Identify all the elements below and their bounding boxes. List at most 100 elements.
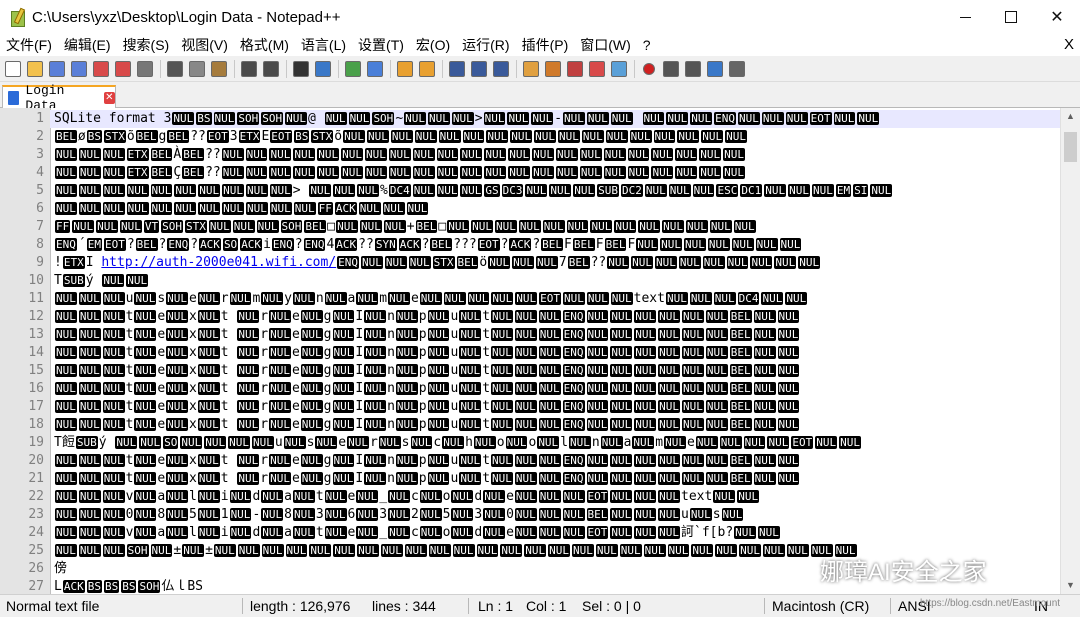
text-line[interactable]: NUL NUL NUL t NUL e NUL x NUL t NUL r NUL e NUL g NUL I N…: [54, 452, 800, 470]
text-line[interactable]: NUL NUL NUL 0 NUL 8 NUL 5 NUL 1 NUL - NUL 8 NUL 3 NUL 6 NU…: [54, 506, 744, 524]
menu-item-7[interactable]: 宏(O): [410, 35, 456, 55]
text-line[interactable]: NUL NUL NUL t NUL e NUL x NUL t NUL r NUL e NUL g NUL I N…: [54, 416, 800, 434]
find-icon[interactable]: [292, 60, 310, 78]
text-line[interactable]: NUL NUL NUL ETX BEL À BEL?? NUL NUL NUL NUL NUL NUL N…: [54, 146, 746, 164]
play-macro-icon[interactable]: [684, 60, 702, 78]
user-lang-icon[interactable]: [522, 60, 540, 78]
menu-item-9[interactable]: 插件(P): [516, 35, 575, 55]
menu-item-3[interactable]: 视图(V): [175, 35, 234, 55]
save-all-icon[interactable]: [70, 60, 88, 78]
menu-item-5[interactable]: 语言(L): [295, 35, 352, 55]
stop-macro-icon[interactable]: [662, 60, 680, 78]
control-char: NUL: [777, 364, 800, 377]
indent-guide-icon[interactable]: [492, 60, 510, 78]
monitor-icon[interactable]: [610, 60, 628, 78]
title-bar: C:\Users\yxz\Desktop\Login Data - Notepa…: [0, 0, 1080, 34]
control-char: NUL: [126, 184, 149, 197]
record-macro-icon[interactable]: [640, 60, 658, 78]
redo-icon[interactable]: [262, 60, 280, 78]
text-line[interactable]: NUL NUL NUL SOH NUL ± NUL ± NUL NUL NUL NUL NUL NUL NU…: [54, 542, 858, 560]
text-line[interactable]: NUL NUL NUL NUL NUL NUL NUL NUL NUL NUL NUL FF ACK NU…: [54, 200, 429, 218]
replace-icon[interactable]: [314, 60, 332, 78]
menu-item-8[interactable]: 运行(R): [456, 35, 515, 55]
control-char: NUL: [78, 364, 101, 377]
run-macro-icon[interactable]: [706, 60, 724, 78]
control-char: NUL: [309, 184, 332, 197]
menu-item-10[interactable]: 窗口(W): [574, 35, 637, 55]
text-area[interactable]: SQLite format 3 NUL BS NUL SOH SOH NUL @ NUL NUL…: [54, 108, 1060, 594]
control-char: ETX: [126, 148, 149, 161]
save-icon[interactable]: [48, 60, 66, 78]
text-line[interactable]: FF NUL NUL NUL VT SOH STX NUL NUL NUL SOH BEL □ NUL NU…: [54, 218, 757, 236]
control-char: ENQ: [562, 346, 585, 359]
menu-item-0[interactable]: 文件(F): [0, 35, 58, 55]
vertical-scrollbar[interactable]: ▲ ▼: [1060, 108, 1080, 594]
show-all-chars-icon[interactable]: [470, 60, 488, 78]
control-char: NUL: [537, 436, 560, 449]
control-char: NUL: [658, 400, 681, 413]
menu-item-2[interactable]: 搜索(S): [117, 35, 176, 55]
close-window-button[interactable]: ✕: [1034, 0, 1080, 34]
control-char: NUL: [514, 346, 537, 359]
open-file-icon[interactable]: [26, 60, 44, 78]
control-char: NUL: [777, 454, 800, 467]
text-line[interactable]: NUL NUL NUL t NUL e NUL x NUL t NUL r NUL e NUL g NUL I N…: [54, 308, 800, 326]
text-line[interactable]: T SUB ý NUL NUL: [54, 272, 149, 290]
zoom-in-icon[interactable]: [344, 60, 362, 78]
control-char: ACK: [335, 238, 358, 251]
control-char: NUL: [610, 508, 633, 521]
text-line[interactable]: NUL NUL NUL NUL NUL NUL NUL NUL NUL NUL > NUL NUL NU…: [54, 182, 893, 200]
doc-map-icon[interactable]: [544, 60, 562, 78]
sync-vertical-icon[interactable]: [396, 60, 414, 78]
undo-icon[interactable]: [240, 60, 258, 78]
text-line[interactable]: NUL NUL NUL u NUL s NUL e NUL r NUL m NUL y NUL n NUL a NU…: [54, 290, 808, 308]
new-file-icon[interactable]: [4, 60, 22, 78]
menu-item-11[interactable]: ?: [637, 37, 657, 53]
close-document-button[interactable]: X: [1064, 34, 1074, 56]
text-line[interactable]: ! ETX I http://auth-2000e041.wifi.com/ENQ N…: [54, 254, 821, 272]
editor[interactable]: 1 2 3 4 5 6 7 8 9 10 11 12 13 14 15 16 17 18 19 20 21 22 23 24 2…: [0, 108, 1080, 594]
text-line[interactable]: T餖 SUB ý NUL NUL SO NUL NUL NUL NUL u NUL s NUL e NUL r…: [54, 434, 862, 452]
maximize-button[interactable]: [988, 0, 1034, 34]
function-list-icon[interactable]: [566, 60, 584, 78]
close-all-icon[interactable]: [114, 60, 132, 78]
tab-close-icon[interactable]: ✕: [103, 91, 115, 104]
sync-horizontal-icon[interactable]: [418, 60, 436, 78]
minimize-button[interactable]: [942, 0, 988, 34]
menu-item-4[interactable]: 格式(M): [234, 35, 295, 55]
text-line[interactable]: BEL ø BS STX õ BEL g BEL?? EOT 3 ETX E EOT BS STX õ NUL N…: [54, 128, 748, 146]
control-char: NUL: [134, 364, 157, 377]
url-link[interactable]: http://auth-2000e041.wifi.com/: [101, 255, 336, 270]
text-line[interactable]: NUL NUL NUL t NUL e NUL x NUL t NUL r NUL e NUL g NUL I N…: [54, 362, 800, 380]
scroll-up-icon[interactable]: ▲: [1066, 111, 1076, 121]
scrollbar-thumb[interactable]: [1064, 132, 1077, 162]
print-icon[interactable]: [136, 60, 154, 78]
copy-icon[interactable]: [188, 60, 206, 78]
control-char: NUL: [237, 346, 260, 359]
close-icon[interactable]: [92, 60, 110, 78]
zoom-out-icon[interactable]: [366, 60, 384, 78]
word-wrap-icon[interactable]: [448, 60, 466, 78]
control-char: NUL: [682, 418, 704, 431]
save-macro-icon[interactable]: [728, 60, 746, 78]
scroll-down-icon[interactable]: ▼: [1066, 580, 1076, 590]
menu-item-1[interactable]: 编辑(E): [58, 35, 117, 55]
text-line[interactable]: L ACK BS BS BS SOH 仏ｌBS: [54, 578, 203, 594]
text-line[interactable]: NUL NUL NUL t NUL e NUL x NUL t NUL r NUL e NUL g NUL I N…: [54, 326, 800, 344]
text-line[interactable]: NUL NUL NUL v NUL a NUL l NUL i NUL d NUL a NUL t NUL e NU…: [54, 488, 760, 506]
text-line[interactable]: ENQ ´ EM EOT? BEL? ENQ? ACK SO ACK i ENQ? ENQ 4 ACK??…: [54, 236, 802, 254]
text-line[interactable]: NUL NUL NUL ETX BEL Ç BEL?? NUL NUL NUL NUL NUL NUL N…: [54, 164, 746, 182]
cut-icon[interactable]: [166, 60, 184, 78]
text-line[interactable]: 傍: [54, 560, 67, 578]
text-line[interactable]: NUL NUL NUL t NUL e NUL x NUL t NUL r NUL e NUL g NUL I N…: [54, 380, 800, 398]
status-eol[interactable]: Macintosh (CR): [772, 595, 869, 617]
text-line[interactable]: NUL NUL NUL t NUL e NUL x NUL t NUL r NUL e NUL g NUL I N…: [54, 398, 800, 416]
paste-icon[interactable]: [210, 60, 228, 78]
text-line[interactable]: SQLite format 3 NUL BS NUL SOH SOH NUL @ NUL NUL…: [54, 110, 880, 128]
menu-item-6[interactable]: 设置(T): [352, 35, 410, 55]
text-line[interactable]: NUL NUL NUL t NUL e NUL x NUL t NUL r NUL e NUL g NUL I N…: [54, 344, 800, 362]
text-line[interactable]: NUL NUL NUL v NUL a NUL l NUL i NUL d NUL a NUL t NUL e NU…: [54, 524, 781, 542]
folder-workspace-icon[interactable]: [588, 60, 606, 78]
text-line[interactable]: NUL NUL NUL t NUL e NUL x NUL t NUL r NUL e NUL g NUL I N…: [54, 470, 800, 488]
tab-login-data[interactable]: Login Data ✕: [2, 83, 116, 113]
